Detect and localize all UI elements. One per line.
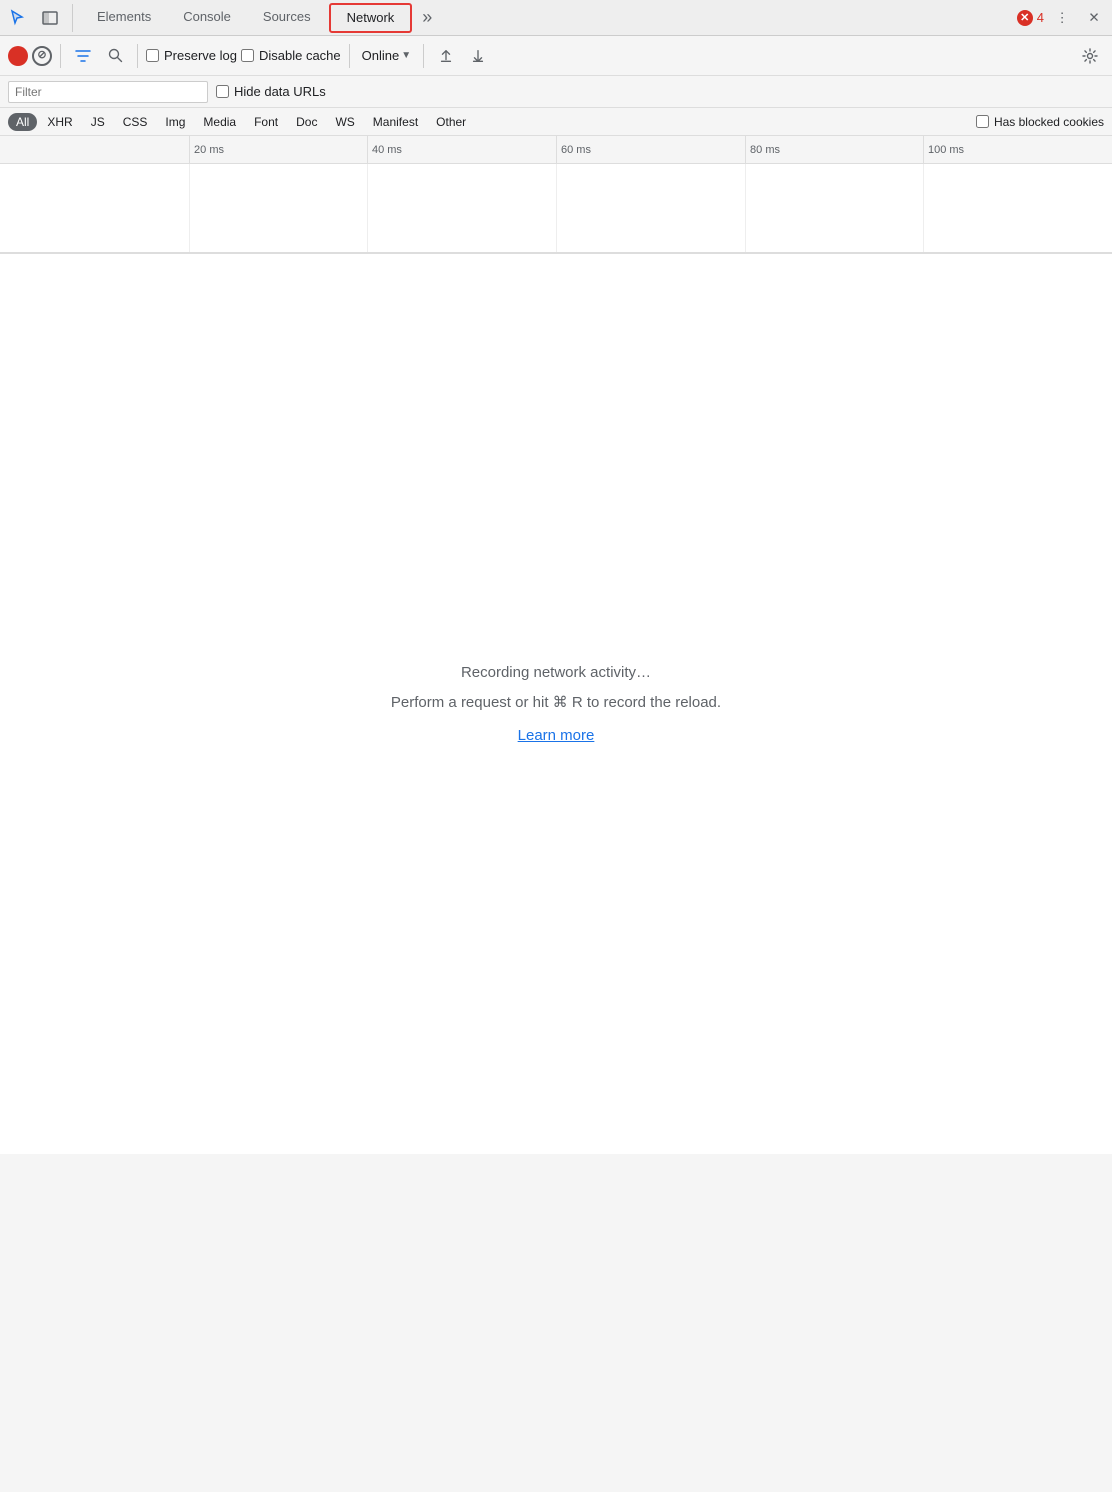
hide-data-urls-checkbox[interactable] bbox=[216, 85, 229, 98]
type-filter-xhr[interactable]: XHR bbox=[39, 113, 80, 131]
has-blocked-cookies-label[interactable]: Has blocked cookies bbox=[976, 115, 1104, 129]
separator-2 bbox=[137, 44, 138, 68]
tab-console[interactable]: Console bbox=[167, 0, 247, 36]
timeline-rows bbox=[0, 164, 1112, 254]
tab-bar: Elements Console Sources Network » ✕ 4 ⋮… bbox=[0, 0, 1112, 36]
tick-label-40ms: 40 ms bbox=[372, 144, 402, 156]
disable-cache-checkbox[interactable] bbox=[241, 49, 254, 62]
type-filter-img[interactable]: Img bbox=[157, 113, 193, 131]
tab-network[interactable]: Network bbox=[329, 3, 413, 33]
tab-sources[interactable]: Sources bbox=[247, 0, 327, 36]
dock-button[interactable] bbox=[36, 4, 64, 32]
type-filter-all[interactable]: All bbox=[8, 113, 37, 131]
separator-4 bbox=[423, 44, 424, 68]
more-options-button[interactable]: ⋮ bbox=[1048, 4, 1076, 32]
type-filter-bar: All XHR JS CSS Img Media Font Doc WS Man… bbox=[0, 108, 1112, 136]
type-filter-manifest[interactable]: Manifest bbox=[365, 113, 426, 131]
cancel-icon: ⊘ bbox=[37, 50, 46, 61]
online-label: Online bbox=[362, 48, 400, 63]
close-icon: ✕ bbox=[1088, 10, 1099, 26]
tab-elements[interactable]: Elements bbox=[81, 0, 167, 36]
grid-line-2 bbox=[367, 164, 368, 252]
error-dot: ✕ bbox=[1017, 10, 1033, 26]
has-blocked-cookies-checkbox[interactable] bbox=[976, 115, 989, 128]
main-content: Recording network activity… Perform a re… bbox=[0, 254, 1112, 1154]
cursor-tool-button[interactable] bbox=[4, 4, 32, 32]
clear-button[interactable]: ⊘ bbox=[32, 46, 52, 66]
disable-cache-text: Disable cache bbox=[259, 48, 341, 63]
separator-1 bbox=[60, 44, 61, 68]
error-count: 4 bbox=[1037, 10, 1044, 25]
timeline-tick-100ms: 100 ms bbox=[923, 136, 964, 163]
disable-cache-label[interactable]: Disable cache bbox=[241, 48, 341, 63]
filter-button[interactable] bbox=[69, 42, 97, 70]
upload-button[interactable] bbox=[432, 42, 460, 70]
type-filter-doc[interactable]: Doc bbox=[288, 113, 325, 131]
network-toolbar: ⊘ Preserve log Disable cache Online ▼ bbox=[0, 36, 1112, 76]
timeline-tick-80ms: 80 ms bbox=[745, 136, 780, 163]
timeline-tick-40ms: 40 ms bbox=[367, 136, 402, 163]
hide-data-urls-text: Hide data URLs bbox=[234, 84, 326, 99]
preserve-log-checkbox[interactable] bbox=[146, 49, 159, 62]
type-filter-font[interactable]: Font bbox=[246, 113, 286, 131]
type-filter-media[interactable]: Media bbox=[195, 113, 244, 131]
type-filter-css[interactable]: CSS bbox=[115, 113, 156, 131]
devtools-icons bbox=[4, 4, 73, 32]
more-options-icon: ⋮ bbox=[1055, 10, 1068, 26]
tick-label-100ms: 100 ms bbox=[928, 144, 964, 156]
learn-more-link[interactable]: Learn more bbox=[518, 727, 595, 744]
timeline-header: 20 ms 40 ms 60 ms 80 ms 100 ms bbox=[0, 136, 1112, 164]
grid-line-3 bbox=[556, 164, 557, 252]
download-button[interactable] bbox=[464, 42, 492, 70]
online-arrow-icon: ▼ bbox=[401, 50, 411, 61]
tab-right-controls: ✕ 4 ⋮ ✕ bbox=[1017, 4, 1108, 32]
timeline-tick-20ms: 20 ms bbox=[189, 136, 224, 163]
recording-text: Recording network activity… bbox=[461, 664, 651, 681]
preserve-log-label[interactable]: Preserve log bbox=[146, 48, 237, 63]
filter-bar: Hide data URLs bbox=[0, 76, 1112, 108]
grid-line-1 bbox=[189, 164, 190, 252]
close-button[interactable]: ✕ bbox=[1080, 4, 1108, 32]
record-button[interactable] bbox=[8, 46, 28, 66]
hide-data-urls-label[interactable]: Hide data URLs bbox=[216, 84, 326, 99]
grid-line-5 bbox=[923, 164, 924, 252]
tick-label-60ms: 60 ms bbox=[561, 144, 591, 156]
hint-text: Perform a request or hit ⌘ R to record t… bbox=[391, 693, 721, 711]
tab-more-button[interactable]: » bbox=[414, 7, 440, 28]
preserve-log-text: Preserve log bbox=[164, 48, 237, 63]
grid-line-4 bbox=[745, 164, 746, 252]
tick-label-20ms: 20 ms bbox=[194, 144, 224, 156]
online-select[interactable]: Online ▼ bbox=[358, 46, 415, 65]
type-filter-js[interactable]: JS bbox=[83, 113, 113, 131]
separator-3 bbox=[349, 44, 350, 68]
type-filter-ws[interactable]: WS bbox=[327, 113, 362, 131]
filter-input[interactable] bbox=[8, 81, 208, 103]
type-filter-other[interactable]: Other bbox=[428, 113, 474, 131]
timeline-tick-60ms: 60 ms bbox=[556, 136, 591, 163]
tick-label-80ms: 80 ms bbox=[750, 144, 780, 156]
has-blocked-cookies-text: Has blocked cookies bbox=[994, 115, 1104, 129]
tab-list: Elements Console Sources Network » bbox=[81, 0, 1017, 36]
error-badge: ✕ 4 bbox=[1017, 10, 1044, 26]
search-button[interactable] bbox=[101, 42, 129, 70]
settings-button[interactable] bbox=[1076, 42, 1104, 70]
